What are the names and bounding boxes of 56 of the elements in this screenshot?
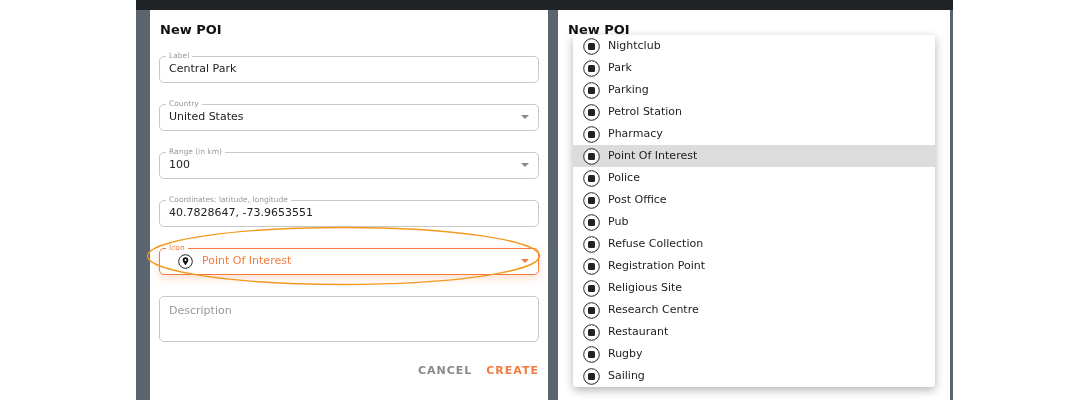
dropdown-caret-icon (521, 163, 529, 168)
round-icon (583, 213, 600, 231)
item-label: Research Centre (608, 301, 699, 318)
menu-item[interactable]: Pharmacy (573, 123, 935, 145)
round-icon (583, 103, 600, 121)
menu-item[interactable]: Petrol Station (573, 101, 935, 123)
menu-item[interactable]: Pub (573, 211, 935, 233)
round-icon (583, 191, 600, 209)
round-icon (583, 257, 600, 275)
item-label: Nightclub (608, 37, 661, 54)
item-label: Petrol Station (608, 103, 682, 120)
field-value: 100 (169, 157, 191, 174)
item-label: Point Of Interest (608, 147, 698, 164)
field-placeholder: Description (169, 303, 233, 319)
item-label: Park (608, 59, 632, 76)
round-icon (583, 345, 600, 363)
round-icon (583, 59, 600, 77)
map-pin-icon (178, 254, 193, 269)
round-icon (583, 81, 600, 99)
item-label: Restaurant (608, 323, 669, 340)
menu-item[interactable]: Registration Point (573, 255, 935, 277)
item-label: Religious Site (608, 279, 683, 296)
field-value: Point Of Interest (202, 253, 293, 270)
menu-item[interactable]: Park (573, 57, 935, 79)
menu-item[interactable]: Parking (573, 79, 935, 101)
menu-item[interactable]: Religious Site (573, 277, 935, 299)
menu-item[interactable]: Sailing (573, 365, 935, 387)
item-label: Post Office (608, 191, 667, 208)
round-icon (583, 125, 600, 143)
round-icon (583, 147, 600, 165)
round-icon (583, 279, 600, 297)
field-value: United States (169, 109, 245, 126)
dialog-title: New POI (160, 21, 223, 39)
menu-item[interactable]: Research Centre (573, 299, 935, 321)
dropdown-caret-icon (521, 115, 529, 120)
round-icon (583, 301, 600, 319)
item-label: Pub (608, 213, 629, 230)
item-label: Refuse Collection (608, 235, 704, 252)
item-label: Sailing (608, 367, 645, 384)
field-value: Central Park (169, 61, 238, 78)
item-label: Parking (608, 81, 649, 98)
menu-item[interactable]: Post Office (573, 189, 935, 211)
menu-item[interactable]: Rugby (573, 343, 935, 365)
round-icon (583, 169, 600, 187)
dropdown-caret-icon (521, 259, 529, 264)
item-label: Registration Point (608, 257, 706, 274)
round-icon (583, 323, 600, 341)
menu-item[interactable]: Refuse Collection (573, 233, 935, 255)
round-icon (583, 235, 600, 253)
item-label: Police (608, 169, 640, 186)
item-label: Pharmacy (608, 125, 663, 142)
field-value: 40.7828647, -73.9653551 (169, 205, 314, 222)
menu-item[interactable]: Point Of Interest (573, 145, 935, 167)
menu-item[interactable]: Police (573, 167, 935, 189)
menu-item[interactable]: Restaurant (573, 321, 935, 343)
item-label: Rugby (608, 345, 643, 362)
